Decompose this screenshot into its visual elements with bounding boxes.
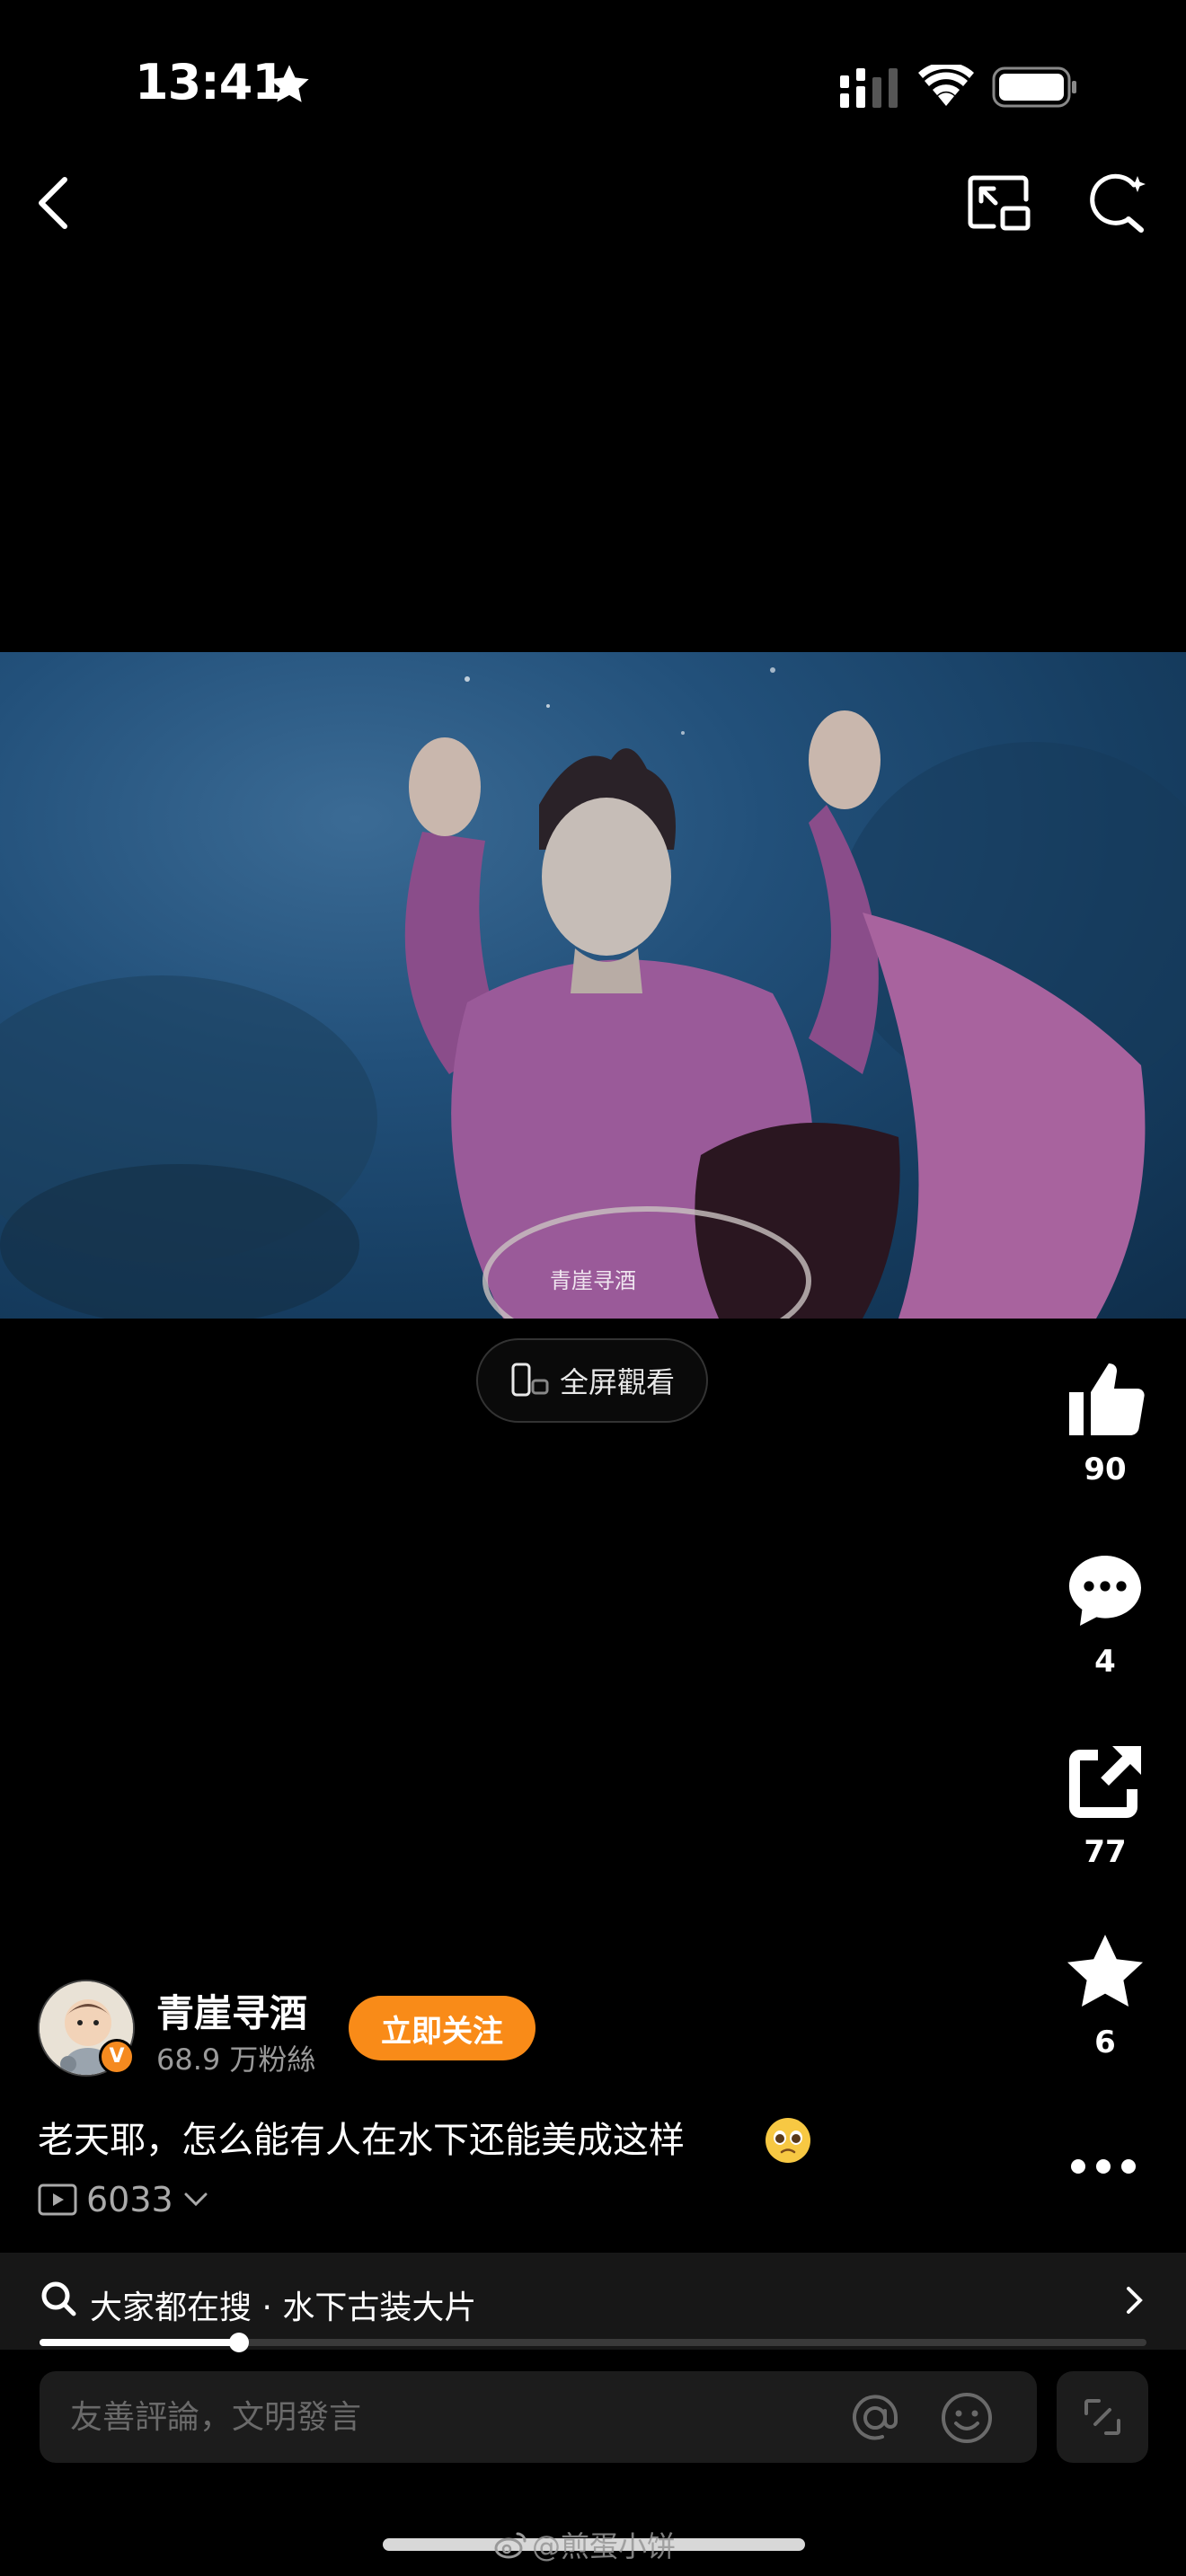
expand-comments-button[interactable] (1057, 2371, 1148, 2463)
emoji-smiley-icon[interactable] (940, 2391, 994, 2445)
fullscreen-label: 全屏觀看 (559, 1365, 675, 1399)
search-suggestion-bar[interactable]: 大家都在搜 · 水下古装大片 (0, 2253, 1186, 2350)
expand-icon (1084, 2399, 1120, 2435)
weibo-watermark: @煎蛋小饼 (494, 2524, 676, 2565)
video-player[interactable]: 青崖寻酒 (0, 652, 1186, 1319)
follow-button[interactable]: 立即关注 (349, 1996, 535, 2060)
pleading-face-emoji-icon (766, 2118, 810, 2163)
ai-search-button[interactable] (1087, 172, 1148, 234)
battery-icon (992, 66, 1076, 108)
share-icon (1069, 1746, 1141, 1818)
fullscreen-button[interactable]: 全屏觀看 (476, 1338, 708, 1423)
play-count-icon (38, 2183, 77, 2216)
favorite-count: 6 (1094, 2025, 1116, 2060)
status-time: 13:41 (135, 54, 286, 110)
back-button[interactable] (32, 172, 75, 234)
star-icon (270, 65, 309, 102)
video-watermark: 青崖寻酒 (550, 1268, 636, 1293)
comment-bubble-icon (1069, 1556, 1141, 1626)
search-suggestion-text: 大家都在搜 · 水下古装大片 (90, 2289, 477, 2326)
like-count: 90 (1084, 1451, 1127, 1487)
comment-button[interactable]: 4 (1051, 1548, 1159, 1680)
chevron-right-icon (1127, 2287, 1143, 2314)
video-still-underwater-figure (0, 667, 1186, 1319)
comment-count: 4 (1094, 1644, 1116, 1680)
share-button[interactable]: 77 (1051, 1739, 1159, 1870)
weibo-watermark-text: @煎蛋小饼 (532, 2529, 677, 2563)
post-caption: 老天耶，怎么能有人在水下还能美成这样 (38, 2120, 685, 2161)
favorite-button[interactable]: 6 (1051, 1929, 1159, 2060)
chevron-down-icon (184, 2192, 208, 2207)
playback-scrubber-handle[interactable] (228, 2333, 249, 2352)
rotate-phone-icon (511, 1363, 549, 1397)
cellular-signal-icon (840, 68, 898, 108)
author-name[interactable]: 青崖寻酒 (156, 1983, 307, 2038)
verified-badge: V (99, 2039, 135, 2075)
mention-at-icon[interactable] (848, 2391, 902, 2445)
thumbs-up-icon (1069, 1363, 1145, 1435)
more-options-button[interactable] (1067, 2154, 1139, 2179)
picture-in-picture-button[interactable] (967, 174, 1031, 234)
like-button[interactable]: 90 (1051, 1356, 1159, 1487)
share-count: 77 (1084, 1834, 1127, 1870)
view-count-row[interactable]: 6033 (38, 2177, 209, 2222)
playback-progress-bar[interactable] (40, 2333, 1146, 2352)
search-icon (41, 2281, 76, 2316)
view-count: 6033 (86, 2180, 173, 2219)
wifi-icon (918, 65, 974, 106)
playback-progress-fill (40, 2339, 239, 2346)
star-favorite-icon (1067, 1935, 1143, 2007)
weibo-logo-icon (494, 2532, 527, 2559)
author-fan-count: 68.9 万粉絲 (156, 2042, 316, 2077)
